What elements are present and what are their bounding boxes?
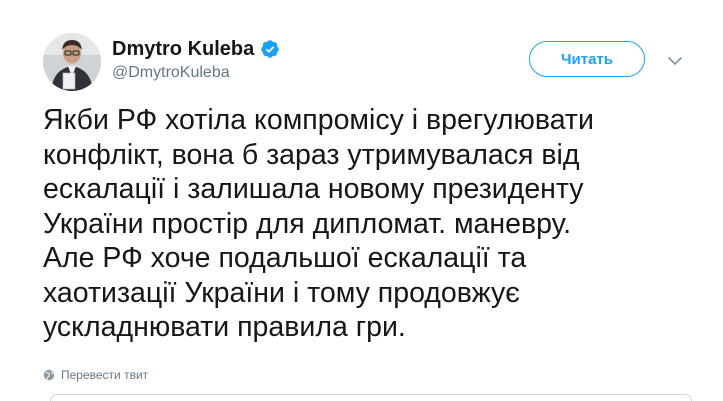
translate-tweet-label: Перевести твит (61, 368, 149, 382)
author-name-row: Dmytro Kuleba (112, 37, 280, 61)
verified-badge-icon (260, 39, 280, 59)
tweet-card: Dmytro Kuleba @DmytroKuleba Читать Якби … (0, 0, 723, 401)
avatar-image (43, 33, 101, 91)
avatar[interactable] (43, 33, 101, 91)
translate-tweet-link[interactable]: Перевести твит (43, 368, 148, 382)
chevron-down-icon[interactable] (667, 54, 683, 66)
globe-icon (43, 369, 55, 381)
tweet-text: Якби РФ хотіла компромісу і врегулювати … (43, 104, 594, 343)
author-handle[interactable]: @DmytroKuleba (112, 63, 230, 83)
follow-button[interactable]: Читать (529, 41, 645, 77)
author-name[interactable]: Dmytro Kuleba (112, 37, 254, 61)
